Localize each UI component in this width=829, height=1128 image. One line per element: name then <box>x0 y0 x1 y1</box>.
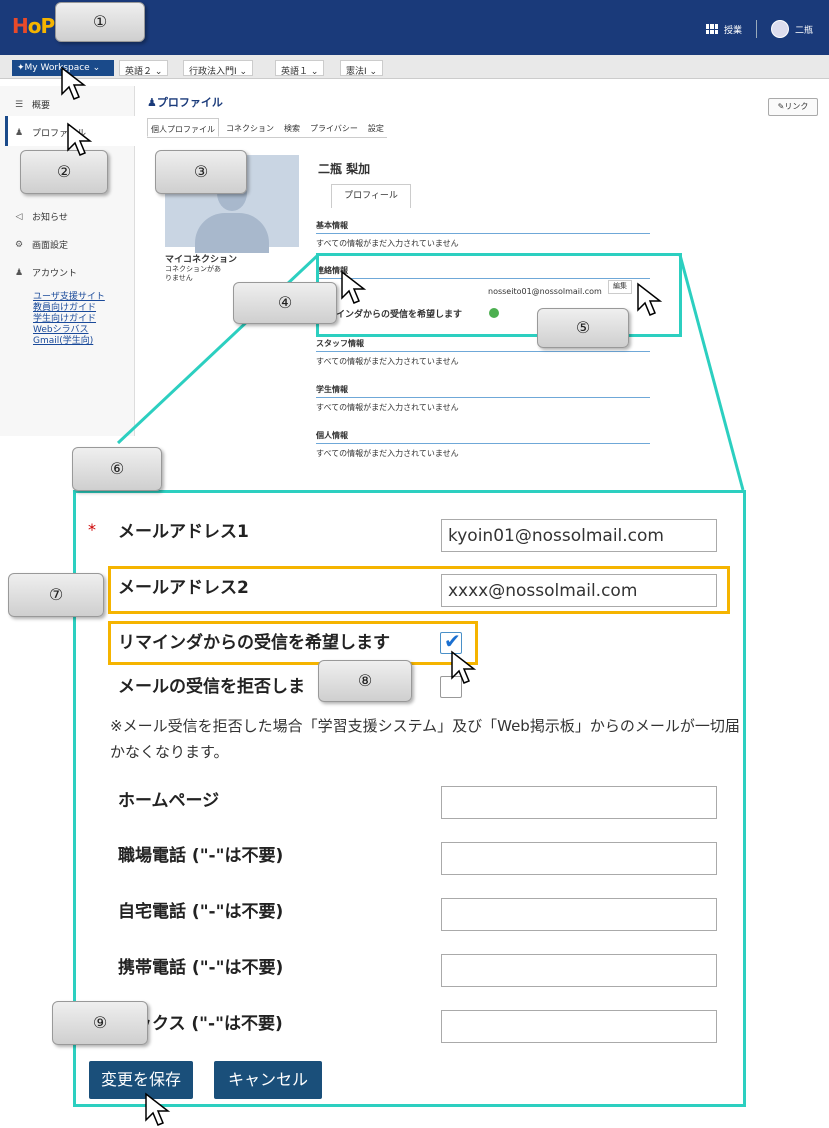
work-phone-input[interactable] <box>441 842 717 875</box>
mobile-phone-label: 携帯電話 ("-"は不要) <box>118 958 284 978</box>
callout-5: ⑤ <box>537 308 629 348</box>
cursor-icon <box>451 650 477 684</box>
cursor-icon <box>637 282 663 316</box>
work-phone-label: 職場電話 ("-"は不要) <box>118 846 284 866</box>
home-phone-label: 自宅電話 ("-"は不要) <box>118 902 284 922</box>
cursor-icon <box>341 270 367 304</box>
callout-9: ⑨ <box>52 1001 148 1045</box>
email1-input[interactable] <box>441 519 717 552</box>
reject-label: メールの受信を拒否しま <box>118 677 305 697</box>
reject-note: ※メール受信を拒否した場合「学習支援システム」及び「Web掲示板」からのメールが… <box>110 717 740 761</box>
email2-label: メールアドレス2 <box>118 578 249 598</box>
cursor-icon <box>61 66 87 100</box>
callout-3: ③ <box>155 150 247 194</box>
remind-label: リマインダからの受信を希望します <box>118 633 390 653</box>
cancel-button[interactable]: キャンセル <box>214 1061 322 1099</box>
home-phone-input[interactable] <box>441 898 717 931</box>
email2-input[interactable] <box>441 574 717 607</box>
required-mark: * <box>88 520 96 539</box>
homepage-label: ホームページ <box>118 791 220 811</box>
callout-8: ⑧ <box>318 660 412 702</box>
callout-6: ⑥ <box>72 447 162 491</box>
callout-7: ⑦ <box>8 573 104 617</box>
callout-4: ④ <box>233 282 337 324</box>
fax-input[interactable] <box>441 1010 717 1043</box>
homepage-input[interactable] <box>441 786 717 819</box>
save-button[interactable]: 変更を保存 <box>89 1061 193 1099</box>
email1-label: メールアドレス1 <box>118 522 249 542</box>
mobile-phone-input[interactable] <box>441 954 717 987</box>
cursor-icon <box>67 122 93 156</box>
callout-1: ① <box>55 2 145 42</box>
cursor-icon <box>145 1092 171 1126</box>
